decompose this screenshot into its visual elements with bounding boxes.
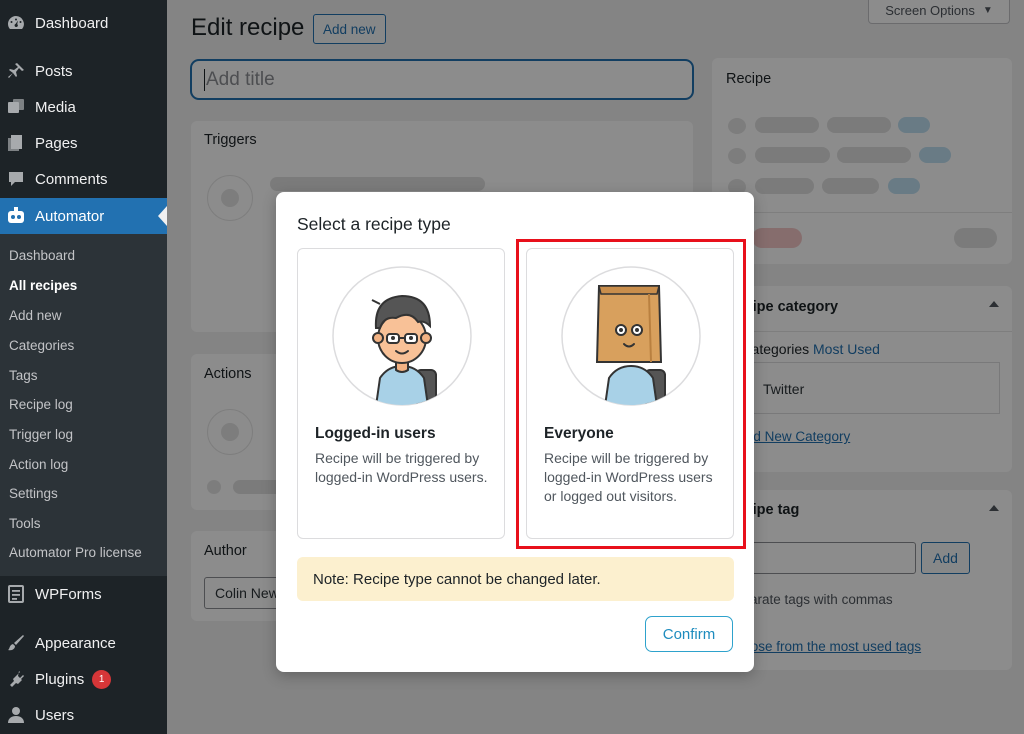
modal-title: Select a recipe type xyxy=(297,214,451,234)
admin-sidebar: Dashboard Posts Media Pages Comments Aut… xyxy=(0,0,167,734)
menu-wpforms[interactable]: WPForms xyxy=(0,576,167,612)
selection-highlight-box xyxy=(516,239,746,549)
menu-label: WPForms xyxy=(35,585,102,603)
current-menu-arrow xyxy=(158,206,167,226)
menu-appearance[interactable]: Appearance xyxy=(0,625,167,661)
menu-label: Plugins xyxy=(35,670,85,688)
menu-label: Posts xyxy=(35,62,73,80)
menu-pages[interactable]: Pages xyxy=(0,125,167,161)
media-icon xyxy=(5,96,27,118)
submenu-action-log[interactable]: Action log xyxy=(9,457,68,472)
menu-plugins[interactable]: Plugins 1 xyxy=(0,661,167,697)
submenu-all-recipes[interactable]: All recipes xyxy=(9,278,77,293)
menu-posts[interactable]: Posts xyxy=(0,53,167,89)
menu-users[interactable]: Users xyxy=(0,697,167,733)
menu-label: Appearance xyxy=(35,634,116,652)
update-count-badge: 1 xyxy=(92,669,112,689)
recipe-type-modal: Select a recipe type Logged-in users Rec… xyxy=(276,192,754,672)
comment-icon xyxy=(5,168,27,190)
pushpin-icon xyxy=(5,60,27,82)
plug-icon xyxy=(5,668,27,690)
menu-label: Automator xyxy=(35,207,105,225)
menu-label: Dashboard xyxy=(35,14,109,32)
dashboard-icon xyxy=(5,12,27,34)
option-description: Recipe will be triggered by logged-in Wo… xyxy=(315,450,488,485)
option-title: Logged-in users xyxy=(315,425,436,442)
wpforms-icon xyxy=(5,583,27,605)
menu-dashboard[interactable]: Dashboard xyxy=(0,5,167,41)
warning-note: Note: Recipe type cannot be changed late… xyxy=(297,557,734,601)
menu-label: Users xyxy=(35,706,75,724)
paintbrush-icon xyxy=(5,632,27,654)
menu-comments[interactable]: Comments xyxy=(0,161,167,197)
submenu-dashboard[interactable]: Dashboard xyxy=(9,248,75,263)
menu-label: Comments xyxy=(35,170,108,188)
submenu-trigger-log[interactable]: Trigger log xyxy=(9,427,73,442)
submenu-tags[interactable]: Tags xyxy=(9,368,38,383)
submenu-tools[interactable]: Tools xyxy=(9,516,41,531)
submenu-settings[interactable]: Settings xyxy=(9,486,58,501)
menu-label: Pages xyxy=(35,134,78,152)
option-logged-in-users[interactable]: Logged-in users Recipe will be triggered… xyxy=(297,248,505,539)
submenu-add-new[interactable]: Add new xyxy=(9,308,62,323)
menu-media[interactable]: Media xyxy=(0,89,167,125)
menu-automator[interactable]: Automator xyxy=(0,198,167,234)
pages-icon xyxy=(5,132,27,154)
user-icon xyxy=(5,704,27,726)
submenu-pro-license[interactable]: Automator Pro license xyxy=(9,545,142,560)
submenu-categories[interactable]: Categories xyxy=(9,338,74,353)
logged-in-user-illustration xyxy=(332,266,472,406)
automator-submenu: Dashboard All recipes Add new Categories… xyxy=(0,234,167,576)
submenu-recipe-log[interactable]: Recipe log xyxy=(9,397,73,412)
confirm-button[interactable]: Confirm xyxy=(645,616,733,652)
menu-label: Media xyxy=(35,98,76,116)
robot-icon xyxy=(5,205,27,227)
